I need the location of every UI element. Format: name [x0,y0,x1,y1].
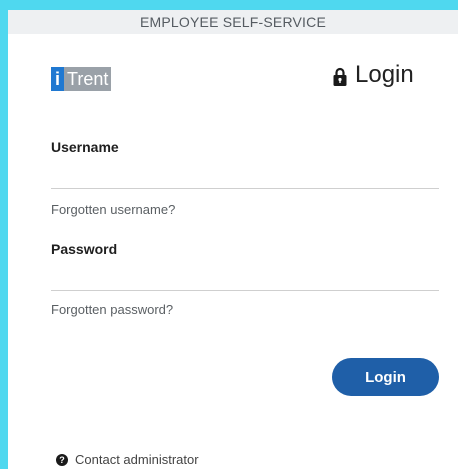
forgotten-password-link[interactable]: Forgotten password? [51,302,173,317]
forgotten-username-link[interactable]: Forgotten username? [51,202,175,217]
username-input[interactable] [51,162,439,189]
logo-wordmark: Trent [64,67,112,91]
contact-administrator-link[interactable]: ? Contact administrator [56,452,199,467]
lock-icon [333,67,347,86]
login-heading: Login [333,60,414,90]
username-label: Username [51,139,119,155]
login-panel: EMPLOYEE SELF-SERVICE i Trent Login User… [8,10,458,469]
itrent-logo: i Trent [51,67,112,91]
password-input[interactable] [51,264,439,291]
password-label: Password [51,241,118,257]
login-button[interactable]: Login [332,358,439,396]
contact-administrator-text: Contact administrator [75,452,199,467]
page-header: EMPLOYEE SELF-SERVICE [8,10,458,34]
page-title: EMPLOYEE SELF-SERVICE [139,14,326,30]
help-circle-icon: ? [56,453,68,466]
logo-i-mark: i [51,67,64,91]
login-heading-text: Login [355,61,414,88]
